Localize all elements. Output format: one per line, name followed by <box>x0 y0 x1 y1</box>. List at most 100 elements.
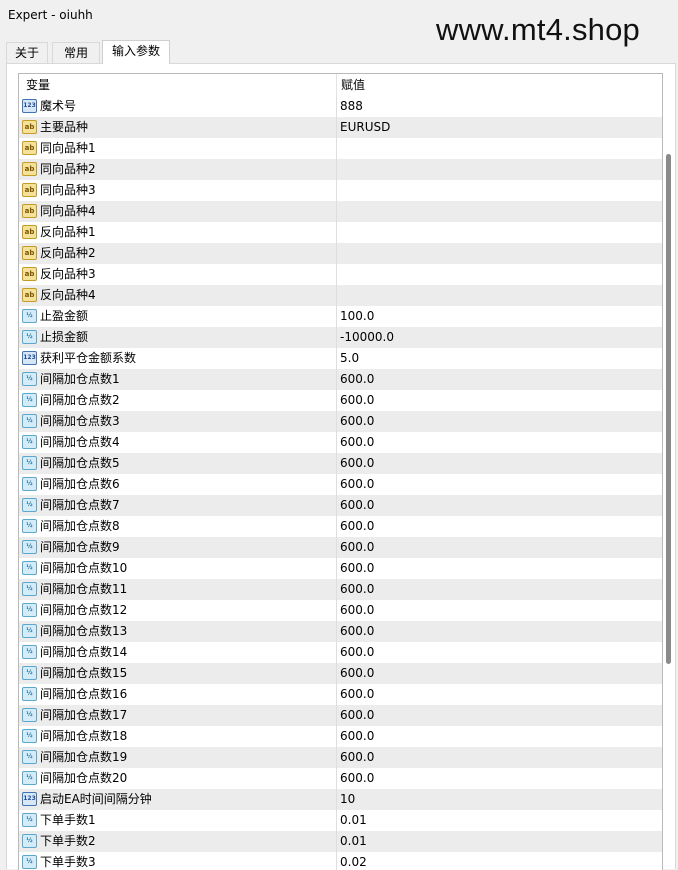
column-header-value[interactable]: 赋值 <box>341 74 365 96</box>
table-row[interactable]: ab 反向品种1 <box>19 222 662 243</box>
table-row[interactable]: ab 同向品种2 <box>19 159 662 180</box>
parameter-value[interactable]: 5.0 <box>340 348 359 369</box>
parameter-value[interactable]: 600.0 <box>340 516 374 537</box>
parameter-name: 获利平仓金额系数 <box>40 351 137 365</box>
parameter-value[interactable]: 600.0 <box>340 474 374 495</box>
parameter-value[interactable]: 600.0 <box>340 558 374 579</box>
table-row[interactable]: ½ 间隔加仓点数14 600.0 <box>19 642 662 663</box>
parameter-name: 间隔加仓点数11 <box>40 582 128 596</box>
parameter-value[interactable]: 600.0 <box>340 600 374 621</box>
parameter-value[interactable]: 0.01 <box>340 831 367 852</box>
parameter-name: 间隔加仓点数4 <box>40 435 120 449</box>
table-row[interactable]: ½ 间隔加仓点数18 600.0 <box>19 726 662 747</box>
parameter-value[interactable]: 600.0 <box>340 726 374 747</box>
table-row[interactable]: ab 主要品种 EURUSD <box>19 117 662 138</box>
parameter-value[interactable]: 600.0 <box>340 390 374 411</box>
parameter-value[interactable]: 600.0 <box>340 537 374 558</box>
table-row[interactable]: ½ 间隔加仓点数1 600.0 <box>19 369 662 390</box>
parameter-value[interactable]: 10 <box>340 789 355 810</box>
parameter-value[interactable]: 600.0 <box>340 432 374 453</box>
table-row[interactable]: ½ 间隔加仓点数2 600.0 <box>19 390 662 411</box>
table-row[interactable]: ½ 间隔加仓点数13 600.0 <box>19 621 662 642</box>
table-row[interactable]: ½ 间隔加仓点数9 600.0 <box>19 537 662 558</box>
parameter-value[interactable]: 0.01 <box>340 810 367 831</box>
parameter-value[interactable]: 600.0 <box>340 747 374 768</box>
parameter-value[interactable]: 600.0 <box>340 369 374 390</box>
double-type-icon: ½ <box>22 456 37 470</box>
table-row[interactable]: ½ 间隔加仓点数3 600.0 <box>19 411 662 432</box>
parameter-value[interactable]: 600.0 <box>340 621 374 642</box>
parameter-value[interactable]: 100.0 <box>340 306 374 327</box>
parameter-value[interactable]: 0.02 <box>340 852 367 870</box>
table-row[interactable]: ½ 下单手数1 0.01 <box>19 810 662 831</box>
cell-divider <box>336 201 337 222</box>
cell-divider <box>336 621 337 642</box>
parameter-value[interactable]: 600.0 <box>340 705 374 726</box>
parameter-name: 间隔加仓点数6 <box>40 477 120 491</box>
column-divider[interactable] <box>336 74 337 96</box>
parameter-name: 间隔加仓点数16 <box>40 687 128 701</box>
cell-divider <box>336 285 337 306</box>
table-row[interactable]: ½ 间隔加仓点数12 600.0 <box>19 600 662 621</box>
table-row[interactable]: ½ 间隔加仓点数8 600.0 <box>19 516 662 537</box>
parameter-value[interactable]: 600.0 <box>340 663 374 684</box>
double-type-icon: ½ <box>22 498 37 512</box>
table-row[interactable]: ½ 间隔加仓点数6 600.0 <box>19 474 662 495</box>
string-type-icon: ab <box>22 162 37 176</box>
double-type-icon: ½ <box>22 309 37 323</box>
table-row[interactable]: 123 魔术号 888 <box>19 96 662 117</box>
table-row[interactable]: ½ 间隔加仓点数7 600.0 <box>19 495 662 516</box>
table-row[interactable]: ½ 间隔加仓点数4 600.0 <box>19 432 662 453</box>
column-header-variable[interactable]: 变量 <box>26 74 50 96</box>
parameter-name: 间隔加仓点数8 <box>40 519 120 533</box>
parameter-value[interactable]: 888 <box>340 96 363 117</box>
parameter-value[interactable]: 600.0 <box>340 768 374 789</box>
parameter-value[interactable]: 600.0 <box>340 642 374 663</box>
table-row[interactable]: ab 同向品种3 <box>19 180 662 201</box>
parameter-value[interactable]: 600.0 <box>340 453 374 474</box>
parameter-value[interactable]: 600.0 <box>340 684 374 705</box>
table-row[interactable]: 123 启动EA时间间隔分钟 10 <box>19 789 662 810</box>
double-type-icon: ½ <box>22 729 37 743</box>
table-row[interactable]: ab 反向品种2 <box>19 243 662 264</box>
int-type-icon: 123 <box>22 351 37 365</box>
tab-common[interactable]: 常用 <box>52 42 100 63</box>
double-type-icon: ½ <box>22 519 37 533</box>
parameter-value[interactable]: -10000.0 <box>340 327 394 348</box>
table-row[interactable]: ½ 间隔加仓点数15 600.0 <box>19 663 662 684</box>
parameter-name: 间隔加仓点数1 <box>40 372 120 386</box>
parameter-name: 下单手数2 <box>40 834 96 848</box>
cell-divider <box>336 264 337 285</box>
table-row[interactable]: ½ 间隔加仓点数16 600.0 <box>19 684 662 705</box>
parameter-value[interactable]: 600.0 <box>340 495 374 516</box>
table-row[interactable]: ab 同向品种1 <box>19 138 662 159</box>
string-type-icon: ab <box>22 141 37 155</box>
table-row[interactable]: ½ 止盈金额 100.0 <box>19 306 662 327</box>
table-row[interactable]: ½ 间隔加仓点数19 600.0 <box>19 747 662 768</box>
tab-inputs[interactable]: 输入参数 <box>102 40 170 64</box>
cell-divider <box>336 852 337 870</box>
table-row[interactable]: ab 反向品种4 <box>19 285 662 306</box>
int-type-icon: 123 <box>22 792 37 806</box>
string-type-icon: ab <box>22 288 37 302</box>
parameter-value[interactable]: 600.0 <box>340 411 374 432</box>
table-row[interactable]: 123 获利平仓金额系数 5.0 <box>19 348 662 369</box>
vertical-scrollbar[interactable] <box>666 154 671 664</box>
parameter-name: 同向品种2 <box>40 162 96 176</box>
table-row[interactable]: ab 反向品种3 <box>19 264 662 285</box>
double-type-icon: ½ <box>22 372 37 386</box>
parameter-name: 间隔加仓点数17 <box>40 708 128 722</box>
table-row[interactable]: ½ 间隔加仓点数20 600.0 <box>19 768 662 789</box>
table-row[interactable]: ½ 下单手数3 0.02 <box>19 852 662 870</box>
table-row[interactable]: ½ 间隔加仓点数10 600.0 <box>19 558 662 579</box>
parameter-value[interactable]: EURUSD <box>340 117 390 138</box>
table-row[interactable]: ½ 下单手数2 0.01 <box>19 831 662 852</box>
table-row[interactable]: ½ 间隔加仓点数11 600.0 <box>19 579 662 600</box>
double-type-icon: ½ <box>22 750 37 764</box>
parameter-value[interactable]: 600.0 <box>340 579 374 600</box>
table-row[interactable]: ½ 间隔加仓点数17 600.0 <box>19 705 662 726</box>
table-row[interactable]: ab 同向品种4 <box>19 201 662 222</box>
tab-about[interactable]: 关于 <box>6 42 48 63</box>
table-row[interactable]: ½ 间隔加仓点数5 600.0 <box>19 453 662 474</box>
table-row[interactable]: ½ 止损金额 -10000.0 <box>19 327 662 348</box>
